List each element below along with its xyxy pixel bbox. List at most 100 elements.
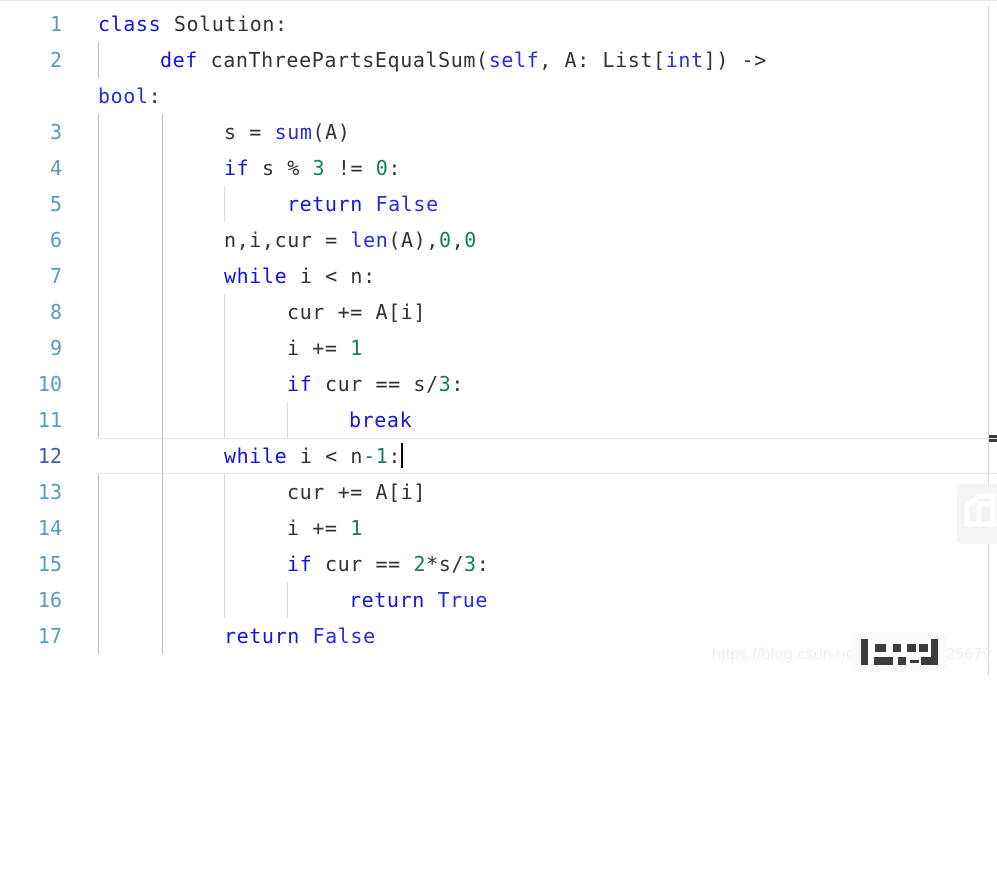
indent-guide-level-2 — [162, 114, 163, 150]
token-keyword-if: if — [224, 156, 250, 180]
indent-guide-level-1 — [98, 366, 99, 402]
code-line-8[interactable]: 8 cur += A[i] — [0, 294, 988, 330]
code-line-5[interactable]: 5 return False — [0, 186, 988, 222]
token-keyword-return: return — [287, 192, 363, 216]
token-builtin-sum: sum — [274, 120, 313, 144]
line-content-6[interactable]: n,i,cur = len(A),0,0 — [224, 222, 477, 258]
token-compare: cur == — [312, 552, 414, 576]
token-keyword-if: if — [287, 552, 313, 576]
token-function-name: canThreePartsEqualSum( — [197, 48, 489, 72]
line-content-2-wrapped[interactable]: bool: — [98, 78, 161, 114]
token-self: self — [488, 48, 540, 72]
token-literal-true: True — [424, 588, 489, 612]
indent-guide-level-2 — [162, 510, 163, 546]
indent-guide-level-1 — [98, 582, 99, 618]
token-keyword-def: def — [160, 48, 198, 72]
line-content-17[interactable]: return False — [224, 618, 376, 654]
line-content-9[interactable]: i += 1 — [287, 330, 363, 366]
code-line-16[interactable]: 16 return True — [0, 582, 988, 618]
code-line-2[interactable]: 2 def canThreePartsEqualSum(self, A: Lis… — [0, 42, 988, 78]
code-line-6[interactable]: 6 n,i,cur = len(A),0,0 — [0, 222, 988, 258]
line-content-4[interactable]: if s % 3 != 0: — [224, 150, 401, 186]
line-content-11[interactable]: break — [349, 402, 412, 438]
token-colon: : — [388, 444, 402, 468]
token-accumulate: cur += A[i] — [287, 300, 427, 324]
indent-guide-level-1 — [98, 294, 99, 330]
token-class-name: Solution: — [161, 12, 288, 36]
line-content-5[interactable]: return False — [287, 186, 439, 222]
token-compare: cur == s/ — [312, 372, 439, 396]
code-lines-container[interactable]: 1 class Solution: 2 def canThreePartsEqu… — [0, 6, 997, 675]
code-line-12-active[interactable]: 12 while i < n-1: — [0, 438, 997, 474]
token-comma: , — [451, 228, 465, 252]
token-call-args: (A), — [388, 228, 439, 252]
token-number-0: 0 — [375, 156, 389, 180]
indent-guide-level-2 — [162, 258, 163, 294]
line-content-12[interactable]: while i < n-1: — [224, 438, 404, 474]
token-builtin-len: len — [350, 228, 389, 252]
code-line-13[interactable]: 13 cur += A[i] — [0, 474, 988, 510]
indent-guide-level-2 — [162, 402, 163, 438]
code-line-15[interactable]: 15 if cur == 2*s/3: — [0, 546, 988, 582]
csdn-logo-watermark — [957, 484, 997, 544]
indent-guide-level-3 — [224, 402, 225, 438]
token-mod-expr: s % — [249, 156, 313, 180]
line-content-13[interactable]: cur += A[i] — [287, 474, 426, 510]
token-colon: : — [451, 372, 465, 396]
indent-guide-level-2 — [162, 438, 163, 474]
indent-guide-level-1 — [98, 222, 99, 258]
indent-guide-level-1 — [98, 402, 99, 438]
line-content-2[interactable]: def canThreePartsEqualSum(self, A: List[… — [160, 42, 767, 78]
line-content-8[interactable]: cur += A[i] — [287, 294, 426, 330]
indent-guide-level-3 — [224, 546, 225, 582]
line-number-13: 13 — [37, 480, 62, 504]
token-arrow: ]) -> — [703, 48, 767, 72]
line-content-1[interactable]: class Solution: — [98, 6, 288, 42]
code-editor[interactable]: 1 class Solution: 2 def canThreePartsEqu… — [0, 0, 997, 675]
line-number-3: 3 — [49, 120, 62, 144]
code-line-3[interactable]: 3 s = sum(A) — [0, 114, 988, 150]
indent-guide-level-1 — [98, 618, 99, 654]
token-assign-s: s = — [224, 120, 275, 144]
line-content-3[interactable]: s = sum(A) — [224, 114, 350, 150]
indent-guide-level-3 — [224, 510, 225, 546]
token-keyword-break: break — [349, 408, 413, 432]
indent-guide-level-4 — [287, 402, 288, 438]
code-line-10[interactable]: 10 if cur == s/3: — [0, 366, 988, 402]
token-call-args: (A) — [312, 120, 351, 144]
indent-guide-level-2 — [162, 582, 163, 618]
indent-guide-level-2 — [162, 330, 163, 366]
indent-guide-level-3 — [224, 474, 225, 510]
token-keyword-while: while — [224, 264, 288, 288]
line-content-16[interactable]: return True — [349, 582, 488, 618]
code-line-1[interactable]: 1 class Solution: — [0, 6, 988, 42]
token-number-2: 2 — [413, 552, 427, 576]
indent-guide-level-1 — [98, 546, 99, 582]
line-number-7: 7 — [49, 264, 62, 288]
token-condition: i < n — [287, 444, 364, 468]
indent-guide-level-2 — [162, 618, 163, 654]
code-line-4[interactable]: 4 if s % 3 != 0: — [0, 150, 988, 186]
code-line-9[interactable]: 9 i += 1 — [0, 330, 988, 366]
text-caret — [401, 443, 404, 468]
top-divider — [0, 0, 997, 1]
line-content-7[interactable]: while i < n: — [224, 258, 376, 294]
indent-guide-level-3 — [224, 366, 225, 402]
line-content-15[interactable]: if cur == 2*s/3: — [287, 546, 489, 582]
code-line-7[interactable]: 7 while i < n: — [0, 258, 988, 294]
indent-guide-level-2 — [162, 222, 163, 258]
indent-guide-level-1 — [98, 330, 99, 366]
code-line-11[interactable]: 11 break — [0, 402, 988, 438]
indent-guide-level-1 — [98, 510, 99, 546]
token-number-minus-1: -1 — [363, 444, 389, 468]
code-line-2-wrapped[interactable]: bool: — [0, 78, 988, 114]
indent-guide-level-3 — [224, 294, 225, 330]
indent-guide-level-4 — [287, 582, 288, 618]
token-condition: i < n: — [287, 264, 376, 288]
line-number-1: 1 — [49, 12, 62, 36]
line-content-10[interactable]: if cur == s/3: — [287, 366, 464, 402]
line-number-10: 10 — [37, 372, 62, 396]
token-increment: i += — [287, 336, 351, 360]
line-content-14[interactable]: i += 1 — [287, 510, 363, 546]
code-line-14[interactable]: 14 i += 1 — [0, 510, 988, 546]
